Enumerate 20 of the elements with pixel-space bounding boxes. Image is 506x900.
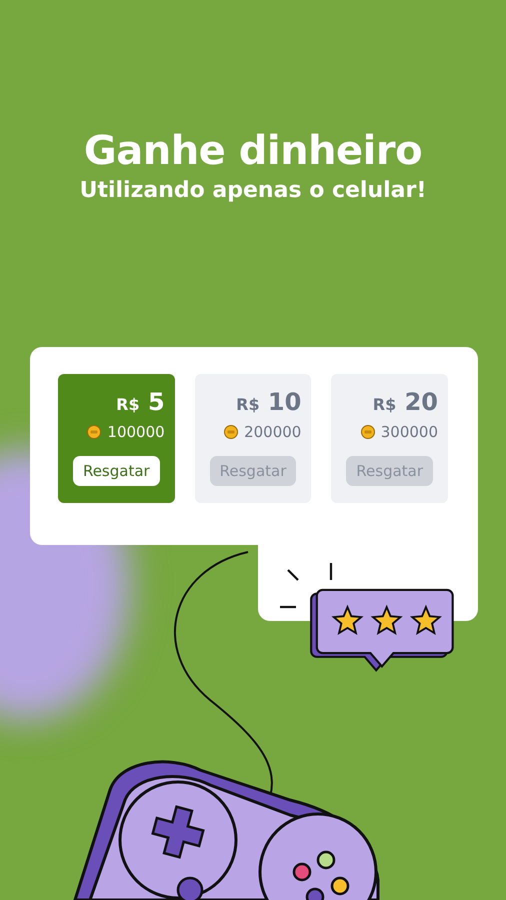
coin-icon — [87, 425, 102, 439]
reward-option[interactable]: R$ 20 300000 Resgatar — [331, 374, 448, 503]
subheadline: Utilizando apenas o celular! — [78, 178, 428, 203]
star-icon — [370, 604, 403, 636]
coin-icon — [360, 425, 375, 439]
coin-count: 100000 — [107, 423, 165, 441]
coin-icon — [224, 425, 238, 439]
reward-option[interactable]: R$ 10 200000 Resgatar — [194, 374, 312, 503]
reward-amount: R$ 20 — [372, 388, 438, 418]
coin-count: 200000 — [244, 423, 302, 441]
redeem-button[interactable]: Resgatar — [346, 456, 434, 486]
reward-amount: R$ 5 — [116, 388, 165, 418]
star-icon — [410, 604, 442, 636]
redeem-button[interactable]: Resgatar — [210, 456, 296, 486]
headline: Ganhe dinheiro — [82, 128, 424, 174]
redeem-button[interactable]: Resgatar — [72, 456, 160, 486]
coin-count: 300000 — [380, 423, 438, 441]
reward-option[interactable]: R$ 5 100000 Resgatar — [58, 374, 175, 503]
star-icon — [331, 604, 364, 636]
reward-amount: R$ 10 — [236, 388, 302, 418]
